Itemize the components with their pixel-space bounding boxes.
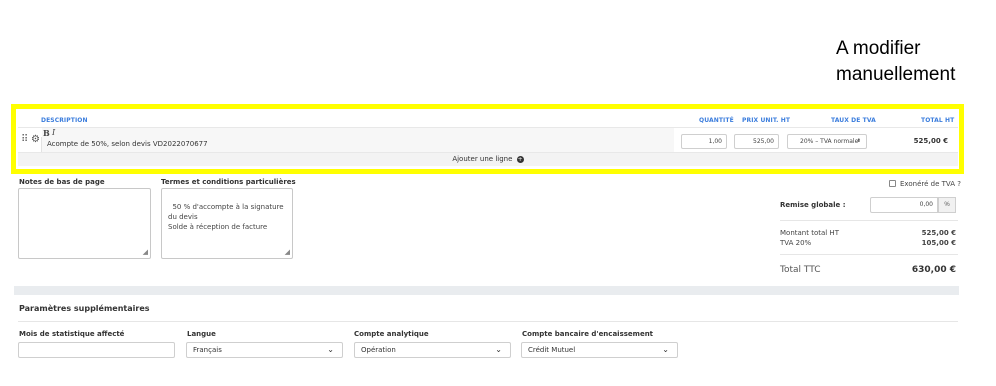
vat-value: 105,00 €	[921, 239, 956, 247]
divider	[780, 220, 958, 221]
discount-unit: %	[938, 197, 956, 213]
discount-label: Remise globale :	[780, 201, 846, 209]
annotation-line-1: A modifier	[836, 38, 921, 59]
discount-input[interactable]: 0,00	[870, 197, 938, 213]
total-ht-row: Montant total HT 525,00 €	[780, 229, 958, 237]
params-section-title: Paramètres supplémentaires	[19, 304, 150, 313]
total-ht-label: Montant total HT	[780, 229, 839, 237]
language-label: Langue	[187, 330, 216, 338]
analytic-account-value: Opération	[361, 346, 396, 354]
vat-exempt-checkbox[interactable]	[889, 180, 896, 187]
chevron-down-icon: ⌄	[495, 345, 502, 354]
divider	[18, 321, 958, 322]
resize-handle-icon[interactable]: ◢	[143, 247, 148, 257]
chevron-down-icon: ⌄	[327, 345, 334, 354]
annotation-text: A modifier manuellement	[836, 36, 955, 88]
total-ttc-row: Total TTC 630,00 €	[780, 265, 958, 275]
bank-account-label: Compte bancaire d'encaissement	[522, 330, 654, 338]
resize-handle-icon[interactable]: ◢	[285, 247, 290, 257]
language-value: Français	[193, 346, 222, 354]
highlight-box	[11, 104, 964, 174]
vat-label: TVA 20%	[780, 239, 812, 247]
stat-month-input[interactable]	[18, 342, 175, 358]
terms-value: 50 % d'accompte à la signature du devis …	[168, 203, 284, 231]
section-separator-band	[14, 286, 959, 295]
language-select[interactable]: Français ⌄	[186, 342, 343, 358]
vat-exempt-label: Exonéré de TVA ?	[900, 180, 961, 188]
chevron-down-icon: ⌄	[662, 345, 669, 354]
analytic-account-label: Compte analytique	[354, 330, 429, 338]
total-ht-value: 525,00 €	[921, 229, 956, 237]
footer-notes-label: Notes de bas de page	[19, 178, 105, 186]
annotation-line-2: manuellement	[836, 64, 956, 85]
terms-textarea[interactable]: 50 % d'accompte à la signature du devis …	[161, 188, 293, 259]
divider	[780, 254, 958, 255]
bank-account-value: Crédit Mutuel	[528, 346, 576, 354]
vat-row: TVA 20% 105,00 €	[780, 239, 958, 247]
terms-label: Termes et conditions particulières	[161, 178, 296, 186]
footer-notes-textarea[interactable]: ◢	[18, 188, 151, 259]
total-ttc-value: 630,00 €	[911, 265, 956, 275]
analytic-account-select[interactable]: Opération ⌄	[354, 342, 511, 358]
stat-month-label: Mois de statistique affecté	[19, 330, 125, 338]
bank-account-select[interactable]: Crédit Mutuel ⌄	[521, 342, 678, 358]
total-ttc-label: Total TTC	[780, 265, 821, 275]
